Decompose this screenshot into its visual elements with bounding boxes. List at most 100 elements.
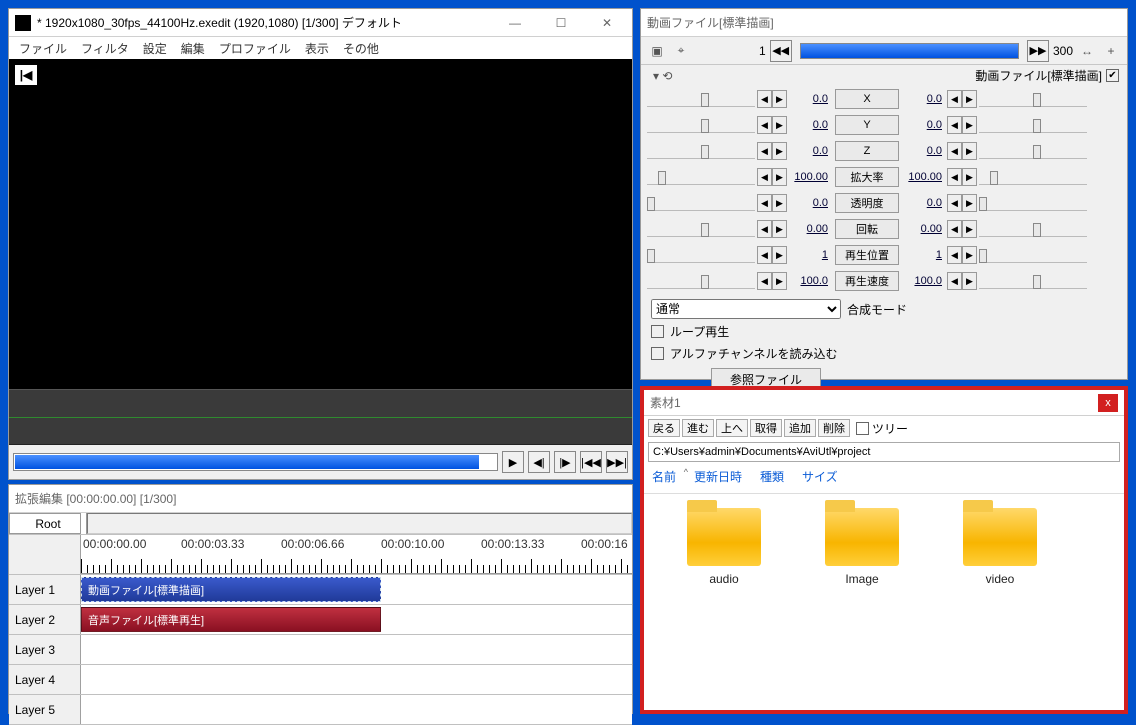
param-4-dec-l[interactable]: ◀ — [757, 194, 772, 212]
param-5-inc-l[interactable]: ▶ — [772, 220, 787, 238]
param-2-dec-r[interactable]: ◀ — [947, 142, 962, 160]
root-button[interactable]: Root — [9, 513, 81, 534]
param-2-val-l[interactable]: 0.0 — [789, 145, 831, 157]
prev-key-button[interactable]: ◀◀ — [770, 40, 792, 62]
layer-3-label[interactable]: Layer 3 — [9, 635, 81, 664]
param-7-val-l[interactable]: 100.0 — [789, 275, 831, 287]
layer-1-track[interactable]: 動画ファイル[標準描画] — [81, 575, 632, 604]
param-2-slider-l[interactable] — [647, 143, 755, 159]
param-2-dec-l[interactable]: ◀ — [757, 142, 772, 160]
alpha-check[interactable] — [651, 347, 664, 360]
param-0-val-r[interactable]: 0.0 — [903, 93, 945, 105]
enable-check[interactable]: ✔ — [1106, 69, 1119, 82]
menu-other[interactable]: その他 — [343, 40, 379, 57]
param-0-val-l[interactable]: 0.0 — [789, 93, 831, 105]
layer-2-track[interactable]: 音声ファイル[標準再生] — [81, 605, 632, 634]
menu-edit[interactable]: 編集 — [181, 40, 205, 57]
param-7-inc-l[interactable]: ▶ — [772, 272, 787, 290]
param-1-slider-r[interactable] — [979, 117, 1087, 133]
col-date[interactable]: 更新日時 — [690, 466, 756, 487]
param-5-val-l[interactable]: 0.00 — [789, 223, 831, 235]
go-end-button[interactable]: ▶▶| — [606, 451, 628, 473]
back-button[interactable]: 戻る — [648, 419, 680, 437]
add-button[interactable]: 追加 — [784, 419, 816, 437]
param-7-dec-l[interactable]: ◀ — [757, 272, 772, 290]
scrub-slider[interactable] — [13, 453, 498, 471]
param-3-val-r[interactable]: 100.00 — [903, 171, 945, 183]
param-6-slider-l[interactable] — [647, 247, 755, 263]
folder-video[interactable]: video — [950, 508, 1050, 586]
param-2-inc-r[interactable]: ▶ — [962, 142, 977, 160]
param-5-val-r[interactable]: 0.00 — [903, 223, 945, 235]
time-ruler[interactable]: 00:00:00.00 00:00:03.33 00:00:06.66 00:0… — [81, 535, 632, 574]
audio-clip[interactable]: 音声ファイル[標準再生] — [81, 607, 381, 632]
frame-scrub[interactable] — [800, 43, 1019, 59]
mask-icon[interactable]: ▣ — [647, 41, 667, 61]
layer-4-label[interactable]: Layer 4 — [9, 665, 81, 694]
param-1-val-r[interactable]: 0.0 — [903, 119, 945, 131]
layer-4-track[interactable] — [81, 665, 632, 694]
param-7-dec-r[interactable]: ◀ — [947, 272, 962, 290]
menu-filter[interactable]: フィルタ — [81, 40, 129, 57]
param-3-dec-r[interactable]: ◀ — [947, 168, 962, 186]
param-3-slider-l[interactable] — [647, 169, 755, 185]
param-0-name[interactable]: X — [835, 89, 899, 109]
blend-mode-select[interactable]: 通常 — [651, 299, 841, 319]
param-4-dec-r[interactable]: ◀ — [947, 194, 962, 212]
param-3-inc-l[interactable]: ▶ — [772, 168, 787, 186]
audio-waveform[interactable] — [9, 389, 632, 445]
param-5-slider-l[interactable] — [647, 221, 755, 237]
delete-button[interactable]: 削除 — [818, 419, 850, 437]
param-6-val-r[interactable]: 1 — [903, 249, 945, 261]
param-1-inc-r[interactable]: ▶ — [962, 116, 977, 134]
close-button[interactable]: ✕ — [588, 12, 626, 34]
path-input[interactable] — [648, 442, 1120, 462]
param-5-slider-r[interactable] — [979, 221, 1087, 237]
col-name[interactable]: 名前 — [648, 466, 690, 487]
go-start-button[interactable]: |◀◀ — [580, 451, 602, 473]
loop-check[interactable] — [651, 325, 664, 338]
folder-image[interactable]: Image — [812, 508, 912, 586]
get-button[interactable]: 取得 — [750, 419, 782, 437]
camera-icon[interactable]: ⌖ — [671, 41, 691, 61]
param-1-inc-l[interactable]: ▶ — [772, 116, 787, 134]
param-4-name[interactable]: 透明度 — [835, 193, 899, 213]
param-1-dec-r[interactable]: ◀ — [947, 116, 962, 134]
param-1-val-l[interactable]: 0.0 — [789, 119, 831, 131]
param-4-slider-l[interactable] — [647, 195, 755, 211]
param-2-slider-r[interactable] — [979, 143, 1087, 159]
param-3-inc-r[interactable]: ▶ — [962, 168, 977, 186]
col-size[interactable]: サイズ — [798, 466, 852, 487]
param-5-name[interactable]: 回転 — [835, 219, 899, 239]
layer-3-track[interactable] — [81, 635, 632, 664]
param-0-inc-l[interactable]: ▶ — [772, 90, 787, 108]
param-4-slider-r[interactable] — [979, 195, 1087, 211]
add-icon[interactable]: + — [1101, 41, 1121, 61]
param-1-slider-l[interactable] — [647, 117, 755, 133]
param-6-inc-r[interactable]: ▶ — [962, 246, 977, 264]
param-4-inc-l[interactable]: ▶ — [772, 194, 787, 212]
param-7-slider-l[interactable] — [647, 273, 755, 289]
param-2-name[interactable]: Z — [835, 141, 899, 161]
param-1-name[interactable]: Y — [835, 115, 899, 135]
menu-profile[interactable]: プロファイル — [219, 40, 291, 57]
param-6-name[interactable]: 再生位置 — [835, 245, 899, 265]
param-0-dec-r[interactable]: ◀ — [947, 90, 962, 108]
param-2-inc-l[interactable]: ▶ — [772, 142, 787, 160]
param-5-dec-r[interactable]: ◀ — [947, 220, 962, 238]
timeline-scroll[interactable] — [87, 513, 632, 534]
param-0-slider-l[interactable] — [647, 91, 755, 107]
param-0-inc-r[interactable]: ▶ — [962, 90, 977, 108]
param-3-val-l[interactable]: 100.00 — [789, 171, 831, 183]
param-3-name[interactable]: 拡大率 — [835, 167, 899, 187]
forward-button[interactable]: 進む — [682, 419, 714, 437]
param-5-dec-l[interactable]: ◀ — [757, 220, 772, 238]
param-7-inc-r[interactable]: ▶ — [962, 272, 977, 290]
video-clip[interactable]: 動画ファイル[標準描画] — [81, 577, 381, 602]
param-6-dec-r[interactable]: ◀ — [947, 246, 962, 264]
step-fwd-button[interactable]: |▶ — [554, 451, 576, 473]
menu-settings[interactable]: 設定 — [143, 40, 167, 57]
param-1-dec-l[interactable]: ◀ — [757, 116, 772, 134]
step-back-button[interactable]: ◀| — [528, 451, 550, 473]
param-4-inc-r[interactable]: ▶ — [962, 194, 977, 212]
